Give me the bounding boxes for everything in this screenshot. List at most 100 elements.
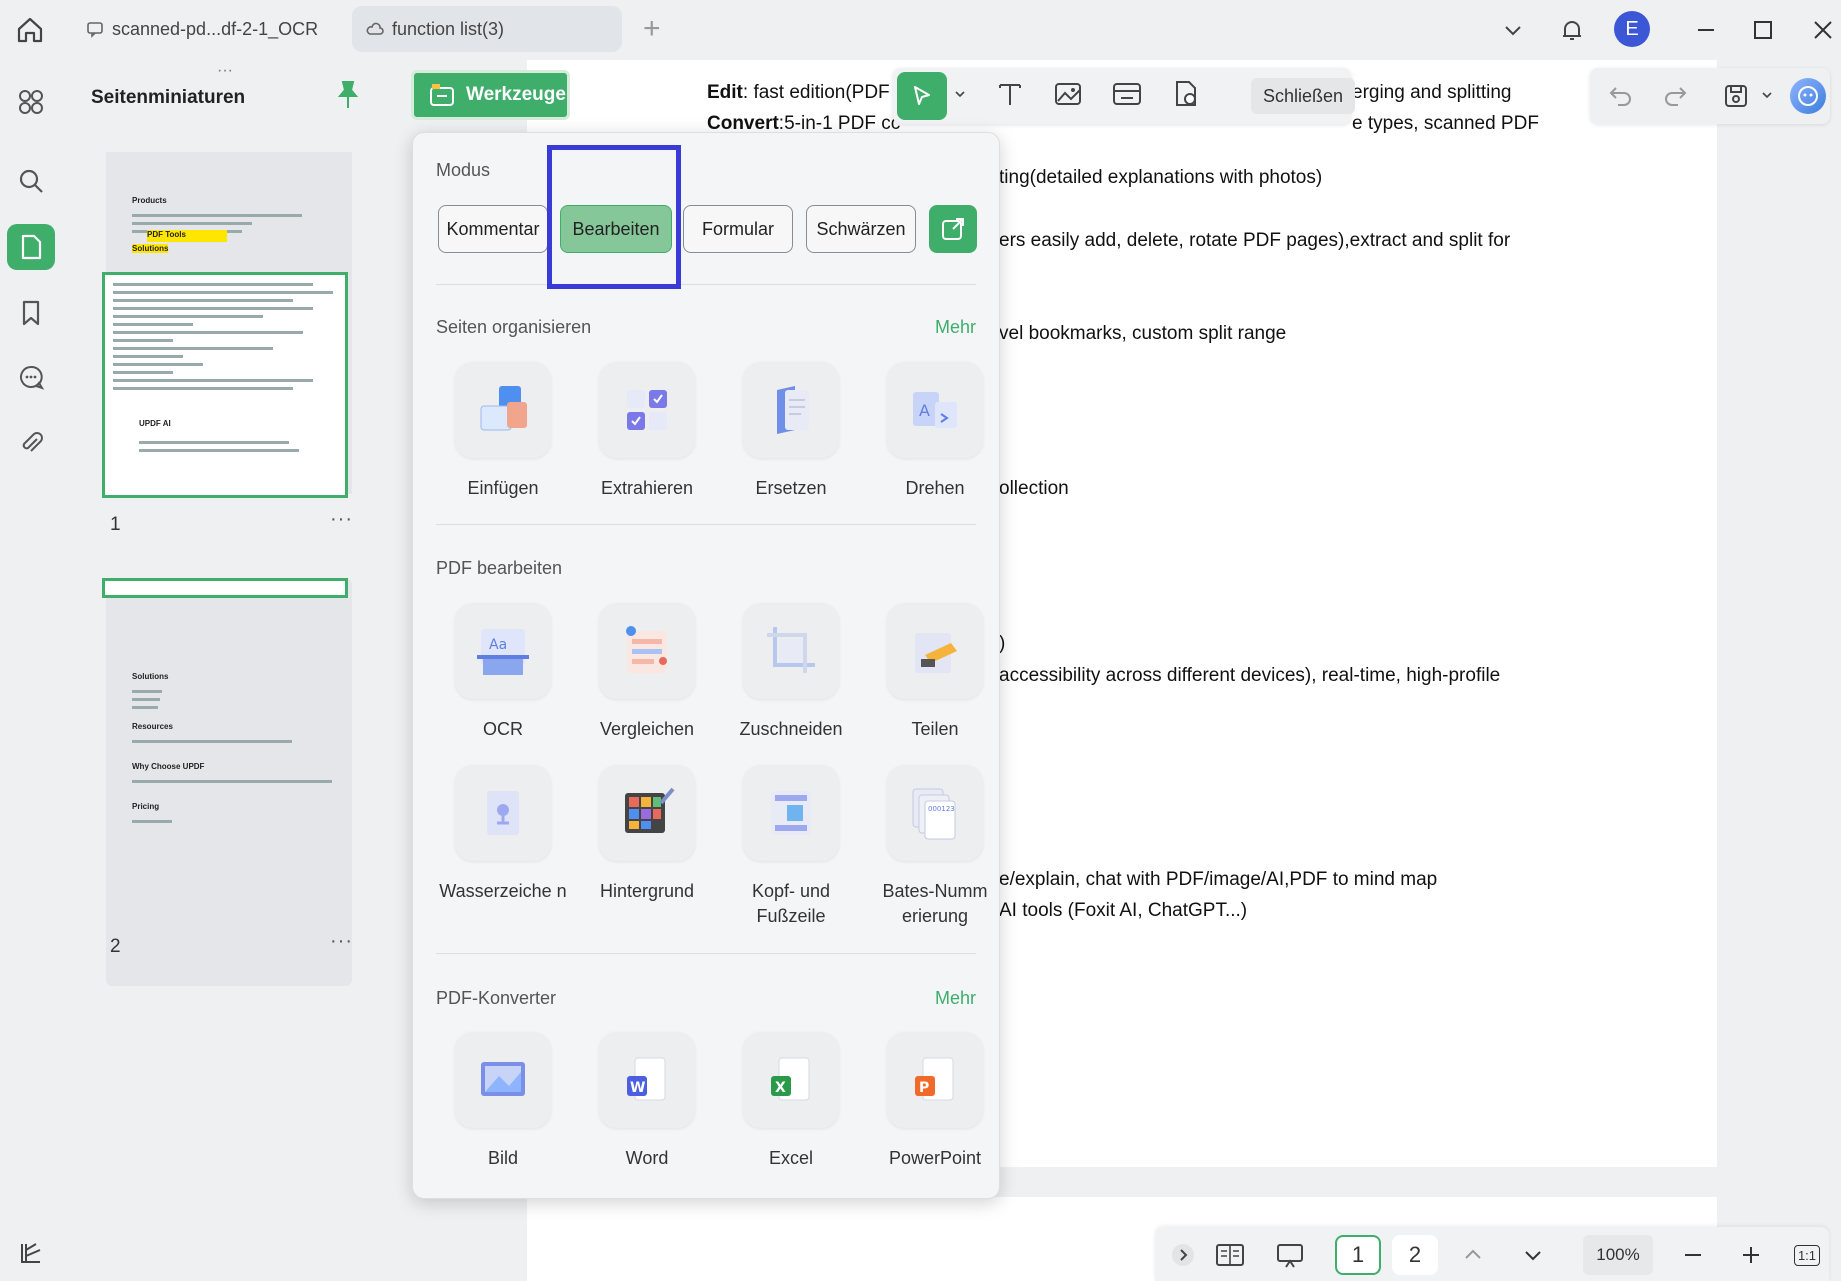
tool-vergleichen[interactable]: Vergleichen	[582, 603, 712, 742]
converter-more-link[interactable]: Mehr	[935, 988, 976, 1009]
tool-label: Wasserzeiche n	[439, 881, 567, 901]
doc-line: e/explain, chat with PDF/image/AI,PDF to…	[999, 869, 1438, 890]
search-icon[interactable]	[7, 158, 55, 204]
presentation-icon[interactable]	[1265, 1235, 1315, 1275]
select-cursor-icon[interactable]	[897, 72, 947, 120]
actual-size-button[interactable]: 1:1	[1789, 1235, 1825, 1275]
page-preview-selected: UPDF AI	[102, 272, 348, 498]
drag-handle-icon[interactable]: ···	[217, 62, 233, 80]
tool-label: Teilen	[911, 719, 959, 739]
image-icon[interactable]	[1053, 79, 1083, 114]
grid-icon[interactable]	[7, 79, 55, 125]
thumbnail-page-1[interactable]: Products Solutions UPDF AI	[102, 152, 352, 498]
mode-kommentar-button[interactable]: Kommentar	[438, 205, 548, 253]
tool-label: OCR	[483, 719, 523, 739]
page-more-button[interactable]: ···	[330, 930, 353, 953]
home-icon[interactable]	[14, 14, 46, 46]
zoom-in-icon[interactable]	[1731, 1235, 1771, 1275]
tool-wasserzeichen[interactable]: Wasserzeiche n	[438, 765, 568, 904]
thumbnails-icon[interactable]	[7, 224, 55, 270]
maximize-icon[interactable]	[1745, 12, 1781, 48]
tool-kopf-fusszeile[interactable]: Kopf- und Fußzeile	[726, 765, 856, 929]
tool-ocr[interactable]: Aa OCR	[438, 603, 568, 742]
right-toolbar	[1590, 68, 1830, 124]
doc-line: AI tools (Foxit AI, ChatGPT...)	[999, 900, 1248, 921]
powerpoint-icon: P	[887, 1032, 983, 1128]
pin-icon[interactable]	[336, 80, 360, 115]
expand-icon[interactable]	[1165, 1235, 1201, 1275]
doc-line: accessibility across different devices),…	[999, 665, 1501, 686]
stamp-icon[interactable]	[1171, 79, 1201, 114]
tool-bild[interactable]: Bild	[438, 1032, 568, 1171]
tool-label: PowerPoint	[888, 1148, 982, 1168]
thumbnail-page-2[interactable]: Solutions Resources Why Choose UPDF Pric…	[102, 578, 352, 986]
chevron-down-icon[interactable]	[1495, 12, 1531, 48]
tool-powerpoint[interactable]: P PowerPoint	[870, 1032, 1000, 1171]
tools-button[interactable]: Werkzeuge	[411, 70, 570, 120]
page-number: 2	[110, 936, 121, 957]
add-tab-button[interactable]: +	[643, 14, 661, 44]
link-icon[interactable]	[1111, 79, 1143, 114]
ai-assistant-icon[interactable]	[1790, 78, 1826, 114]
mode-schwaerzen-button[interactable]: Schwärzen	[806, 205, 916, 253]
tool-label: Word	[625, 1148, 669, 1168]
svg-text:A: A	[919, 401, 930, 420]
svg-text:W: W	[630, 1080, 645, 1096]
save-icon[interactable]	[1722, 82, 1750, 115]
svg-text:Aa: Aa	[489, 637, 507, 653]
tab-scanned-pdf[interactable]: scanned-pd...df-2-1_OCR	[72, 6, 347, 52]
bell-icon[interactable]	[1554, 12, 1590, 48]
tool-teilen[interactable]: Teilen	[870, 603, 1000, 742]
zoom-level[interactable]: 100%	[1583, 1235, 1653, 1275]
undo-icon[interactable]	[1608, 82, 1634, 113]
status-bar: 1 2 100% 1:1	[1155, 1227, 1829, 1281]
tool-word[interactable]: W Word	[582, 1032, 712, 1171]
page-2-button[interactable]: 2	[1392, 1235, 1438, 1275]
panel-layout-icon[interactable]	[18, 1240, 44, 1271]
tool-excel[interactable]: X Excel	[726, 1032, 856, 1171]
extract-pages-icon	[599, 362, 695, 458]
minimize-icon[interactable]	[1688, 12, 1724, 48]
close-icon[interactable]	[1805, 12, 1841, 48]
chevron-down-icon[interactable]	[1760, 88, 1774, 107]
title-bar: scanned-pd...df-2-1_OCR function list(3)…	[0, 0, 1841, 60]
tab-function-list[interactable]: function list(3)	[352, 6, 622, 52]
image-convert-icon	[455, 1032, 551, 1128]
header-footer-icon	[743, 765, 839, 861]
split-icon	[887, 603, 983, 699]
tool-ersetzen[interactable]: Ersetzen	[726, 362, 856, 501]
tool-label: Ersetzen	[755, 478, 827, 498]
avatar[interactable]: E	[1614, 11, 1650, 47]
page-more-button[interactable]: ···	[330, 508, 353, 531]
mini-heading: Products	[132, 196, 167, 205]
redo-icon[interactable]	[1662, 82, 1688, 113]
tool-zuschneiden[interactable]: Zuschneiden	[726, 603, 856, 742]
tools-button-label: Werkzeuge	[466, 84, 566, 105]
tool-drehen[interactable]: A Drehen	[870, 362, 1000, 501]
page-1-button[interactable]: 1	[1335, 1235, 1381, 1275]
text-icon[interactable]	[995, 79, 1025, 114]
tool-einfuegen[interactable]: Einfügen	[438, 362, 568, 501]
comment-icon	[87, 22, 103, 38]
chevron-up-icon[interactable]	[1453, 1235, 1493, 1275]
tool-extrahieren[interactable]: Extrahieren	[582, 362, 712, 501]
mini-heading: Solutions	[132, 672, 169, 681]
close-edit-button[interactable]: Schließen	[1251, 78, 1356, 114]
tool-bates-nummerierung[interactable]: 000123 Bates-Numm erierung	[870, 765, 1000, 929]
reading-mode-icon[interactable]	[1205, 1235, 1255, 1275]
attachment-icon[interactable]	[7, 420, 55, 466]
chevron-down-icon[interactable]	[1513, 1235, 1553, 1275]
zoom-out-icon[interactable]	[1673, 1235, 1713, 1275]
mode-formular-button[interactable]: Formular	[683, 205, 793, 253]
chevron-down-icon[interactable]	[953, 87, 967, 106]
edit-title: PDF bearbeiten	[436, 558, 563, 578]
doc-line: vel bookmarks, custom split range	[999, 323, 1287, 344]
insert-pages-icon	[455, 362, 551, 458]
replace-pages-icon	[743, 362, 839, 458]
comments-icon[interactable]	[7, 354, 55, 400]
tool-label: Bates-Numm erierung	[882, 881, 988, 926]
organize-more-link[interactable]: Mehr	[935, 317, 976, 338]
bookmark-icon[interactable]	[7, 290, 55, 336]
open-external-icon[interactable]	[929, 205, 977, 253]
tool-hintergrund[interactable]: Hintergrund	[582, 765, 712, 904]
